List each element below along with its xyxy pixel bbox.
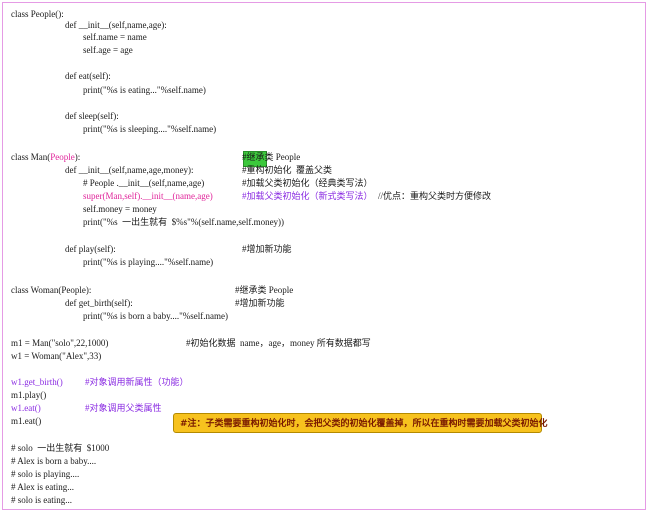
code-line: print("%s is playing...."%self.name) [83, 257, 214, 267]
code-line: class Woman(People): [11, 285, 92, 295]
code-line: def get_birth(self): [65, 298, 133, 308]
parent-class-token: People [50, 152, 75, 162]
code-comment: #增加新功能 [235, 298, 285, 308]
code-comment: #加载父类初始化（新式类写法） [242, 191, 373, 201]
code-line: # People .__init__(self,name,age) [83, 178, 205, 188]
output-line: # Alex is eating... [11, 482, 74, 492]
code-comment: //优点：重构父类时方便修改 [378, 191, 492, 201]
code-line: print("%s is sleeping...."%self.name) [83, 124, 217, 134]
code-line: def __init__(self,name,age,money): [65, 165, 194, 175]
code-comment: #初始化数据 name，age，money 所有数据都写 [186, 338, 371, 348]
code-line: super(Man,self).__init__(name,age) [83, 191, 213, 201]
code-line: print("%s is born a baby...."%self.name) [83, 311, 228, 321]
code-comment: #对象调用新属性（功能） [85, 377, 189, 387]
code-line: def play(self): [65, 244, 116, 254]
output-line: # solo is eating... [11, 495, 72, 505]
code-comment: #对象调用父类属性 [85, 403, 162, 413]
code-line: m1.play() [11, 390, 47, 400]
code-line: class People(): [11, 9, 64, 19]
code-token: ): [74, 152, 81, 162]
code-comment: #加载父类初始化（经典类写法） [242, 178, 373, 188]
code-line: def __init__(self,name,age): [65, 20, 167, 30]
code-line: m1 = Man("solo",22,1000) [11, 338, 109, 348]
code-comment: #重构初始化 覆盖父类 [242, 165, 333, 175]
code-line: w1 = Woman("Alex",33) [11, 351, 102, 361]
code-comment: #继承类 People [242, 152, 301, 162]
code-line: self.money = money [83, 204, 157, 214]
code-line: w1.get_birth() [11, 377, 63, 387]
code-panel: class People(): def __init__(self,name,a… [2, 2, 646, 510]
code-comment: #增加新功能 [242, 244, 292, 254]
code-line: print("%s 一出生就有 $%s"%(self.name,self.mon… [83, 217, 285, 227]
code-line: self.name = name [83, 32, 147, 42]
code-token: class Man( [11, 152, 51, 162]
code-line: print("%s is eating..."%self.name) [83, 85, 206, 95]
output-line: # solo 一出生就有 $1000 [11, 443, 110, 453]
output-line: # solo is playing.... [11, 469, 80, 479]
code-line: m1.eat() [11, 416, 42, 426]
code-line: def eat(self): [65, 71, 111, 81]
annotation-callout: #注：子类需要重构初始化时，会把父类的初始化覆盖掉，所以在重构时需要加载父类初始… [173, 413, 548, 433]
output-line: # Alex is born a baby.... [11, 456, 97, 466]
code-line: self.age = age [83, 45, 133, 55]
code-line: w1.eat() [11, 403, 41, 413]
code-comment: #继承类 People [235, 285, 294, 295]
code-line: def sleep(self): [65, 111, 119, 121]
code-line: class Man(People): [11, 152, 80, 163]
